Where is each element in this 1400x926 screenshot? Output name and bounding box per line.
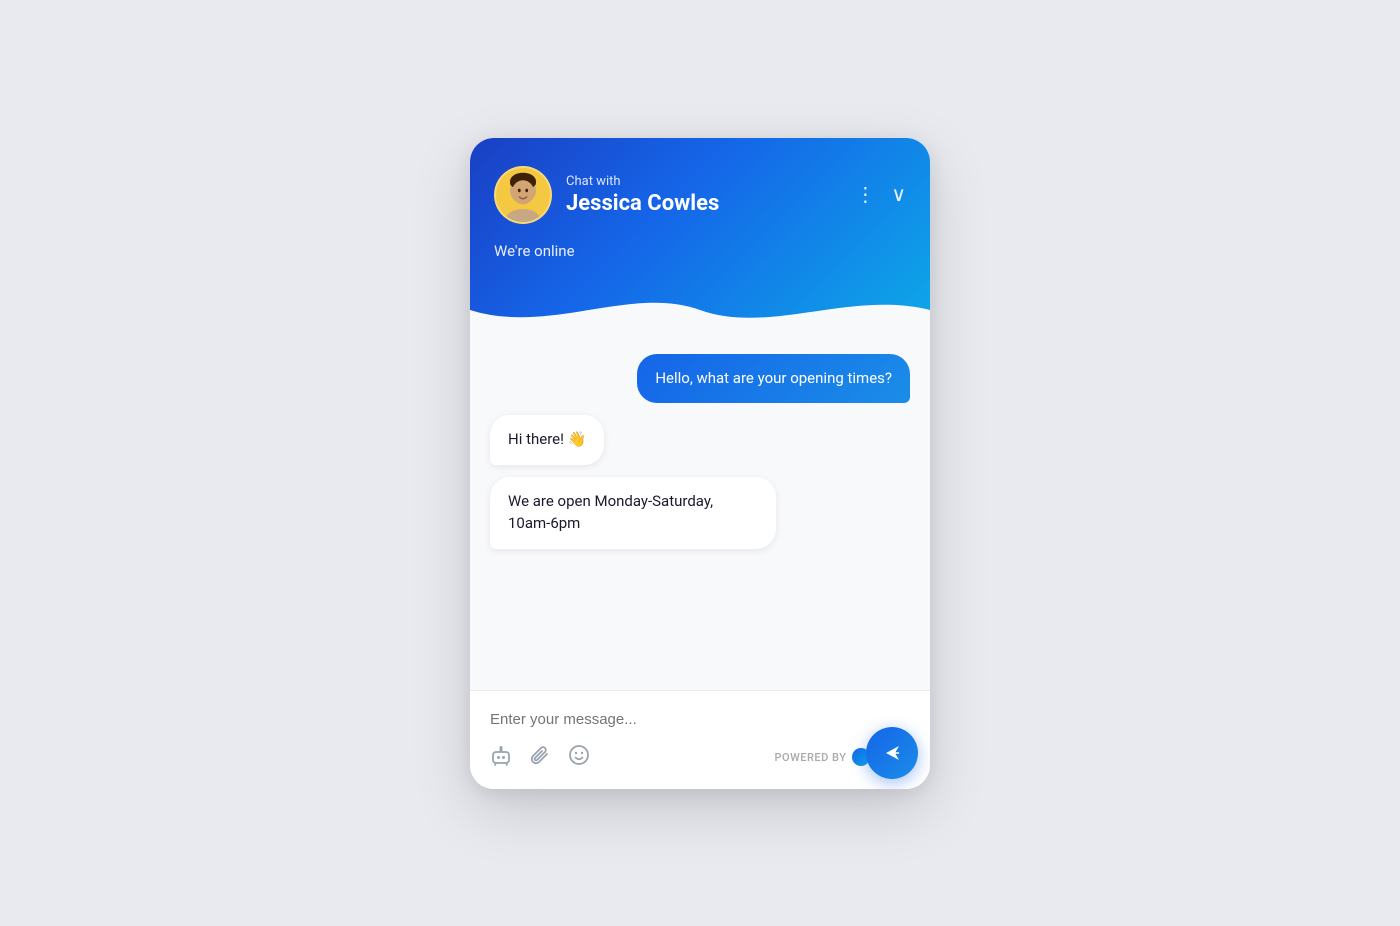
incoming-message-1: Hi there! 👋 bbox=[490, 415, 604, 465]
more-options-button[interactable]: ⋮ bbox=[855, 185, 875, 205]
chat-widget: Chat with Jessica Cowles ⋮ ∨ We're onlin… bbox=[470, 138, 930, 789]
agent-name: Jessica Cowles bbox=[566, 191, 841, 216]
send-button[interactable] bbox=[866, 727, 918, 779]
incoming-message-2: We are open Monday-Saturday, 10am-6pm bbox=[490, 477, 776, 549]
avatar bbox=[494, 166, 552, 224]
outgoing-message-1: Hello, what are your opening times? bbox=[637, 354, 910, 404]
chat-messages: Hello, what are your opening times? Hi t… bbox=[470, 330, 930, 690]
emoji-icon[interactable] bbox=[568, 744, 590, 771]
collapse-button[interactable]: ∨ bbox=[891, 185, 906, 205]
wave-separator bbox=[470, 280, 930, 330]
message-row: Hi there! 👋 bbox=[490, 415, 910, 465]
attachment-icon[interactable] bbox=[530, 744, 550, 771]
send-icon bbox=[882, 743, 902, 763]
bot-icon[interactable] bbox=[490, 744, 512, 771]
chat-input-footer: POWERED BY TIDIO bbox=[490, 744, 910, 771]
message-row: We are open Monday-Saturday, 10am-6pm bbox=[490, 477, 910, 549]
message-row: Hello, what are your opening times? bbox=[490, 354, 910, 404]
message-input[interactable] bbox=[490, 707, 910, 740]
agent-info: Chat with Jessica Cowles bbox=[566, 174, 841, 216]
online-status: We're online bbox=[494, 242, 906, 260]
header-actions: ⋮ ∨ bbox=[855, 185, 906, 205]
chat-input-area: POWERED BY TIDIO bbox=[470, 690, 930, 789]
chat-with-label: Chat with bbox=[566, 174, 841, 189]
input-icons bbox=[490, 744, 590, 771]
chat-header: Chat with Jessica Cowles ⋮ ∨ We're onlin… bbox=[470, 138, 930, 330]
powered-by-label: POWERED BY bbox=[775, 751, 847, 764]
